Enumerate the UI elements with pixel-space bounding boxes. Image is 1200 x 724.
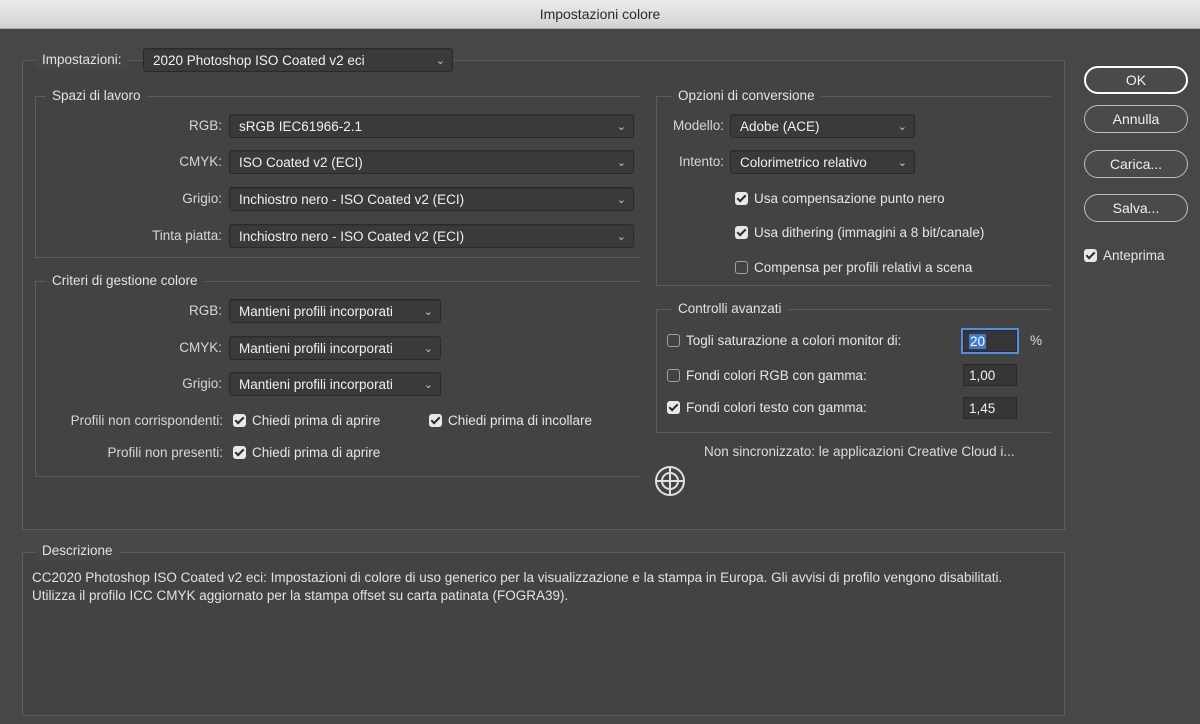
- missing-label: Profili non presenti:: [107, 445, 223, 460]
- ws-gray-select[interactable]: Inchiostro nero - ISO Coated v2 (ECI) ⌄: [229, 187, 634, 211]
- scene-referred-checkbox[interactable]: Compensa per profili relativi a scena: [735, 259, 972, 277]
- mismatch-ask-paste-checkbox[interactable]: Chiedi prima di incollare: [429, 412, 592, 430]
- cancel-button[interactable]: Annulla: [1084, 105, 1188, 133]
- checkbox-empty-icon: [667, 334, 680, 347]
- black-point-label: Usa compensazione punto nero: [754, 191, 945, 206]
- window-title: Impostazioni colore: [0, 0, 1200, 29]
- checkbox-empty-icon: [735, 261, 748, 274]
- settings-select-value: 2020 Photoshop ISO Coated v2 eci: [153, 53, 365, 68]
- chevron-down-icon: ⌄: [423, 343, 433, 355]
- pol-cmyk-label: CMYK:: [179, 340, 222, 355]
- blend-rgb-value: 1,00: [969, 368, 996, 383]
- checkmark-icon: [735, 226, 748, 239]
- missing-ask-open-label: Chiedi prima di aprire: [252, 445, 381, 460]
- intent-select[interactable]: Colorimetrico relativo ⌄: [730, 150, 915, 174]
- desaturate-unit: %: [1030, 333, 1043, 348]
- pol-gray-label: Grigio:: [182, 376, 222, 391]
- working-spaces-legend: Spazi di lavoro: [46, 87, 147, 105]
- pol-gray-select[interactable]: Mantieni profili incorporati ⌄: [229, 372, 441, 396]
- blend-rgb-checkbox[interactable]: Fondi colori RGB con gamma:: [667, 367, 867, 385]
- ok-button[interactable]: OK: [1084, 66, 1188, 94]
- description-text: CC2020 Photoshop ISO Coated v2 eci: Impo…: [32, 570, 1003, 603]
- pol-rgb-label: RGB:: [188, 303, 222, 318]
- blend-text-value: 1,45: [969, 401, 996, 416]
- sync-status-text: Non sincronizzato: le applicazioni Creat…: [704, 444, 1015, 459]
- ws-cmyk-select[interactable]: ISO Coated v2 (ECI) ⌄: [229, 150, 634, 174]
- blend-text-input[interactable]: 1,45: [963, 397, 1017, 419]
- ws-spot-value: Inchiostro nero - ISO Coated v2 (ECI): [239, 229, 465, 244]
- chevron-down-icon: ⌄: [423, 379, 433, 391]
- blend-rgb-input[interactable]: 1,00: [963, 364, 1017, 386]
- mismatch-ask-paste-label: Chiedi prima di incollare: [448, 413, 593, 428]
- chevron-down-icon: ⌄: [616, 194, 626, 206]
- pol-rgb-value: Mantieni profili incorporati: [239, 304, 393, 319]
- checkmark-icon: [667, 401, 680, 414]
- dither-checkbox[interactable]: Usa dithering (immagini a 8 bit/canale): [735, 224, 984, 242]
- blend-text-label: Fondi colori testo con gamma:: [686, 400, 867, 415]
- chevron-down-icon: ⌄: [897, 157, 907, 169]
- ws-spot-select[interactable]: Inchiostro nero - ISO Coated v2 (ECI) ⌄: [229, 224, 634, 248]
- pol-rgb-select[interactable]: Mantieni profili incorporati ⌄: [229, 299, 441, 323]
- chevron-down-icon: ⌄: [616, 121, 626, 133]
- chevron-down-icon: ⌄: [897, 121, 907, 133]
- missing-ask-open-checkbox[interactable]: Chiedi prima di aprire: [233, 444, 380, 462]
- policies-legend: Criteri di gestione colore: [46, 272, 204, 290]
- ws-gray-label: Grigio:: [182, 191, 222, 206]
- checkmark-icon: [233, 446, 246, 459]
- ws-gray-value: Inchiostro nero - ISO Coated v2 (ECI): [239, 192, 465, 207]
- settings-label: Impostazioni:: [36, 51, 128, 69]
- sync-status-icon: [652, 463, 688, 499]
- description-legend: Descrizione: [36, 542, 119, 560]
- checkmark-icon: [1084, 249, 1097, 262]
- ws-cmyk-label: CMYK:: [179, 154, 222, 169]
- chevron-down-icon: ⌄: [423, 306, 433, 318]
- scene-referred-label: Compensa per profili relativi a scena: [754, 260, 973, 275]
- blend-text-checkbox[interactable]: Fondi colori testo con gamma:: [667, 399, 867, 417]
- pol-cmyk-select[interactable]: Mantieni profili incorporati ⌄: [229, 336, 441, 360]
- pol-cmyk-value: Mantieni profili incorporati: [239, 341, 393, 356]
- pol-gray-value: Mantieni profili incorporati: [239, 377, 393, 392]
- mismatch-ask-open-label: Chiedi prima di aprire: [252, 413, 381, 428]
- desaturate-checkbox[interactable]: Togli saturazione a colori monitor di:: [667, 332, 901, 350]
- ws-cmyk-value: ISO Coated v2 (ECI): [239, 155, 363, 170]
- engine-value: Adobe (ACE): [740, 119, 820, 134]
- mismatch-ask-open-checkbox[interactable]: Chiedi prima di aprire: [233, 412, 380, 430]
- conversion-legend: Opzioni di conversione: [672, 87, 821, 105]
- settings-select[interactable]: 2020 Photoshop ISO Coated v2 eci ⌄: [143, 48, 453, 72]
- checkmark-icon: [735, 192, 748, 205]
- checkbox-empty-icon: [667, 369, 680, 382]
- advanced-legend: Controlli avanzati: [672, 300, 788, 318]
- desaturate-value: 20: [969, 334, 987, 349]
- desaturate-input[interactable]: 20: [963, 330, 1017, 352]
- ws-rgb-label: RGB:: [188, 118, 222, 133]
- intent-label: Intento:: [678, 154, 724, 169]
- preview-label: Anteprima: [1103, 248, 1165, 263]
- ws-spot-label: Tinta piatta:: [151, 228, 222, 243]
- black-point-checkbox[interactable]: Usa compensazione punto nero: [735, 190, 945, 208]
- intent-value: Colorimetrico relativo: [740, 155, 867, 170]
- load-button[interactable]: Carica...: [1084, 150, 1188, 178]
- checkmark-icon: [233, 414, 246, 427]
- save-button[interactable]: Salva...: [1084, 194, 1188, 222]
- mismatch-label: Profili non corrispondenti:: [70, 413, 223, 428]
- chevron-down-icon: ⌄: [616, 231, 626, 243]
- engine-label: Modello:: [672, 118, 724, 133]
- chevron-down-icon: ⌄: [435, 55, 445, 67]
- ws-rgb-value: sRGB IEC61966-2.1: [239, 119, 363, 134]
- preview-checkbox[interactable]: Anteprima: [1084, 247, 1165, 265]
- ws-rgb-select[interactable]: sRGB IEC61966-2.1 ⌄: [229, 114, 634, 138]
- blend-rgb-label: Fondi colori RGB con gamma:: [686, 368, 867, 383]
- chevron-down-icon: ⌄: [616, 157, 626, 169]
- desaturate-label: Togli saturazione a colori monitor di:: [686, 333, 902, 348]
- checkmark-icon: [429, 414, 442, 427]
- engine-select[interactable]: Adobe (ACE) ⌄: [730, 114, 915, 138]
- dither-label: Usa dithering (immagini a 8 bit/canale): [754, 225, 985, 240]
